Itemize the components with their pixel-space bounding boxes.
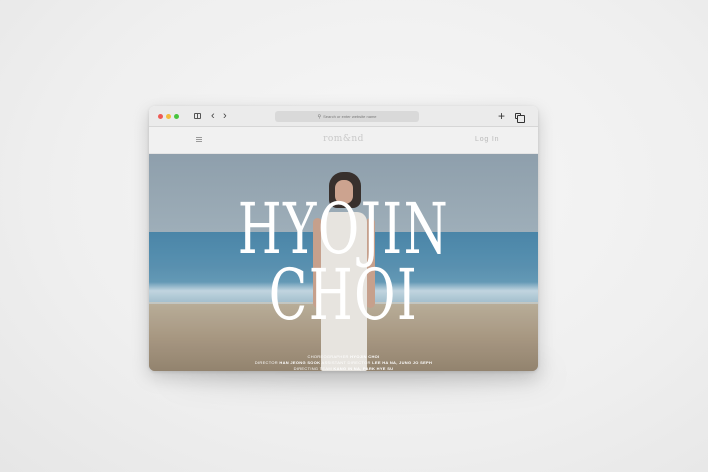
search-icon: ⚲ bbox=[317, 113, 322, 120]
site-header: rom&nd Log In bbox=[149, 127, 538, 154]
credit-role: ASSISTANT DIRECTOR bbox=[321, 360, 371, 365]
tabs-icon[interactable] bbox=[515, 113, 525, 123]
hero-banner: HYOJIN CHOI CHOREOGRAPHER HYOJIN CHOI DI… bbox=[149, 154, 538, 371]
maximize-window-button[interactable] bbox=[174, 114, 179, 119]
hero-title-line2: CHOI bbox=[268, 254, 419, 336]
credit-names: KANG IN NA, PARK HYE SU bbox=[333, 366, 394, 371]
sidebar-icon[interactable] bbox=[194, 113, 201, 119]
close-window-button[interactable] bbox=[158, 114, 163, 119]
credit-line: DIRECTING TEAM KANG IN NA, PARK HYE SU bbox=[149, 366, 538, 371]
credit-role: DIRECTOR bbox=[254, 360, 278, 365]
address-bar[interactable]: ⚲ Search or enter website name bbox=[275, 111, 419, 122]
address-bar-placeholder: Search or enter website name bbox=[323, 113, 377, 119]
minimize-window-button[interactable] bbox=[166, 114, 171, 119]
credit-names: HAN JEONG SOOK bbox=[279, 360, 321, 365]
browser-toolbar: ‹ › ⚲ Search or enter website name + bbox=[149, 106, 538, 127]
credit-role: DIRECTING TEAM bbox=[293, 366, 332, 371]
plus-icon[interactable]: + bbox=[498, 109, 505, 123]
credit-line: CHOREOGRAPHER HYOJIN CHOI bbox=[149, 354, 538, 359]
credit-names: LEE HA NA, JUNG JO SEPH bbox=[372, 360, 433, 365]
chevron-right-icon[interactable]: › bbox=[223, 109, 227, 123]
credit-role: CHOREOGRAPHER bbox=[307, 354, 349, 359]
credit-names: HYOJIN CHOI bbox=[350, 354, 380, 359]
login-link[interactable]: Log In bbox=[475, 136, 499, 143]
browser-window: ‹ › ⚲ Search or enter website name + rom… bbox=[149, 106, 538, 371]
chevron-left-icon[interactable]: ‹ bbox=[211, 109, 215, 123]
credit-line: DIRECTOR HAN JEONG SOOK ASSISTANT DIRECT… bbox=[149, 360, 538, 365]
